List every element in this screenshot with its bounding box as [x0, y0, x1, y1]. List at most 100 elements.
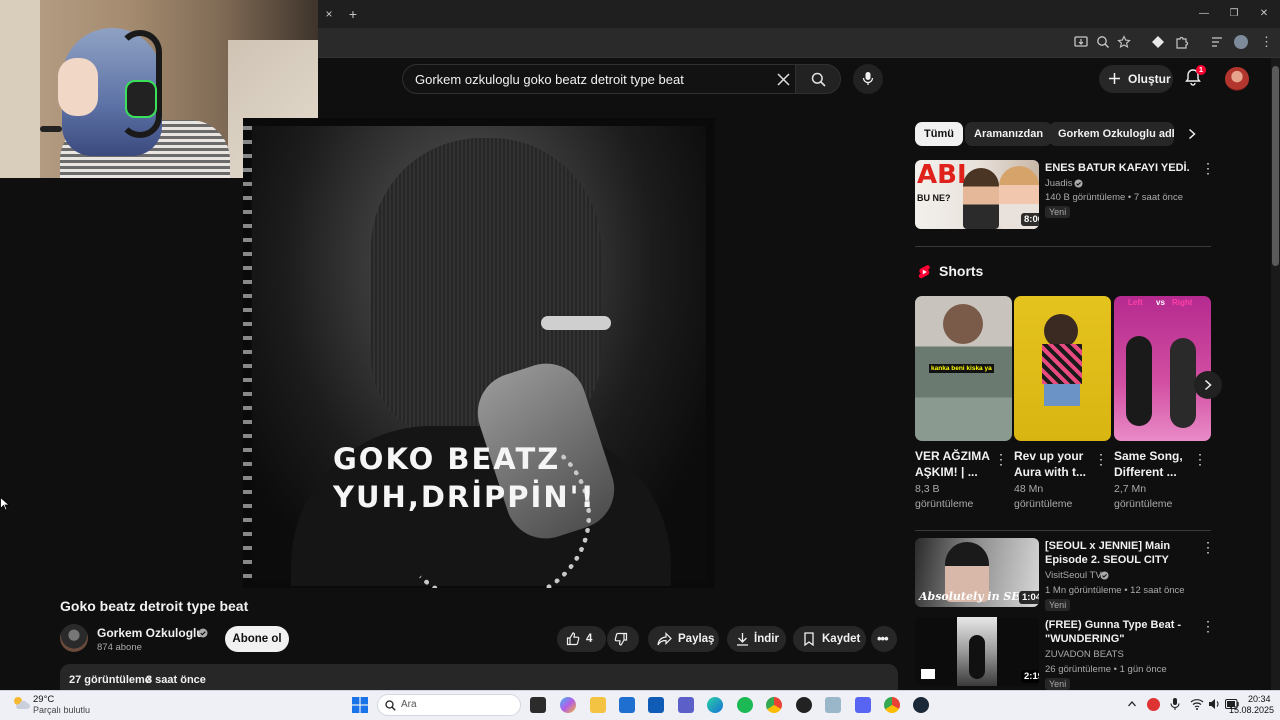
- profile-avatar[interactable]: [1234, 35, 1248, 49]
- share-arrow-icon: [657, 632, 672, 646]
- short-menu-icon[interactable]: ⋮: [994, 452, 1008, 466]
- chrome-icon[interactable]: [884, 697, 900, 713]
- teams-icon[interactable]: [678, 697, 694, 713]
- video-meta: 1 Mn görüntüleme • 12 saat önce: [1045, 585, 1185, 596]
- app-icon[interactable]: [825, 697, 841, 713]
- save-bookmark-icon: [804, 632, 814, 646]
- more-actions-button[interactable]: •••: [871, 626, 897, 652]
- task-view-icon[interactable]: [530, 697, 546, 713]
- search-input[interactable]: Gorkem ozkuloglu goko beatz detroit type…: [402, 64, 795, 94]
- install-app-icon[interactable]: [1074, 35, 1088, 49]
- obs-icon[interactable]: [796, 697, 812, 713]
- extensions-puzzle-icon[interactable]: [1175, 35, 1189, 49]
- dislike-button[interactable]: [607, 626, 639, 652]
- weather-temperature[interactable]: 29°C: [33, 694, 54, 705]
- short-views: 8,3 B: [915, 483, 940, 495]
- steam-icon[interactable]: [913, 697, 929, 713]
- shorts-next-button[interactable]: [1194, 371, 1222, 399]
- video-menu-icon[interactable]: ⋮: [1201, 540, 1215, 554]
- thumbs-up-icon: [566, 632, 580, 646]
- extension-diamond-icon[interactable]: [1151, 35, 1165, 49]
- outlook-icon[interactable]: [648, 697, 664, 713]
- share-button[interactable]: Paylaş: [648, 626, 719, 652]
- short-menu-icon[interactable]: ⋮: [1193, 452, 1207, 466]
- video-player[interactable]: GOKO BEATZ YUH,DRİPPİN'!: [243, 118, 715, 588]
- video-thumbnail[interactable]: 2:19: [915, 617, 1039, 686]
- channel-name[interactable]: VisitSeoul TV: [1045, 570, 1102, 581]
- chevron-up-icon[interactable]: [1127, 699, 1137, 709]
- video-thumbnail[interactable]: ABI BU NE? 8:06: [915, 160, 1039, 229]
- video-title[interactable]: (FREE) Gunna Type Beat - "WUNDERING": [1045, 618, 1195, 646]
- channel-name[interactable]: ZUVADON BEATS: [1045, 649, 1124, 660]
- zoom-icon[interactable]: [1096, 35, 1110, 49]
- thumbnail-caption: BU NE?: [917, 193, 951, 203]
- download-button[interactable]: İndir: [727, 626, 786, 652]
- new-tab-button[interactable]: +: [345, 6, 361, 22]
- browser-menu-icon[interactable]: ⋮: [1260, 34, 1273, 50]
- chrome-icon[interactable]: [766, 697, 782, 713]
- bookmark-star-icon[interactable]: [1117, 35, 1131, 49]
- channel-name[interactable]: Juadis: [1045, 178, 1072, 189]
- video-menu-icon[interactable]: ⋮: [1201, 161, 1215, 175]
- short-thumbnail[interactable]: [1014, 296, 1111, 441]
- page-scrollbar[interactable]: [1271, 58, 1280, 690]
- reading-list-icon[interactable]: [1210, 35, 1224, 49]
- spotify-icon[interactable]: [737, 697, 753, 713]
- taskbar-search-input[interactable]: Ara: [377, 694, 521, 716]
- discord-icon[interactable]: [855, 697, 871, 713]
- edge-icon[interactable]: [707, 697, 723, 713]
- scrollbar-thumb[interactable]: [1272, 66, 1279, 266]
- short-menu-icon[interactable]: ⋮: [1094, 452, 1108, 466]
- subscribe-button[interactable]: Abone ol: [225, 626, 289, 652]
- short-views-label: görüntüleme: [1114, 498, 1173, 510]
- video-title[interactable]: ENES BATUR KAFAYI YEDİ.: [1045, 161, 1195, 175]
- taskbar-time[interactable]: 20:34: [1248, 694, 1271, 704]
- search-icon: [811, 72, 826, 87]
- mouse-cursor-icon: [0, 497, 9, 511]
- short-title[interactable]: Same Song, Different ...: [1114, 448, 1194, 480]
- like-button[interactable]: 4: [557, 626, 606, 652]
- new-badge: Yeni: [1045, 678, 1071, 690]
- short-title[interactable]: VER AĞZIMA AŞKIM! | ...: [915, 448, 995, 480]
- microphone-icon[interactable]: [1170, 697, 1180, 711]
- taskbar-date[interactable]: 15.08.2025: [1229, 705, 1274, 715]
- window-minimize-button[interactable]: —: [1196, 6, 1212, 22]
- store-icon[interactable]: [619, 697, 635, 713]
- video-menu-icon[interactable]: ⋮: [1201, 619, 1215, 633]
- channel-name[interactable]: Gorkem Ozkuloglu: [97, 626, 204, 640]
- shorts-logo-icon: [918, 265, 930, 279]
- tab-close-button[interactable]: ×: [321, 6, 337, 22]
- channel-avatar[interactable]: [60, 624, 88, 652]
- short-caption: kankа beni kiska ya: [929, 364, 994, 373]
- file-explorer-icon[interactable]: [590, 697, 606, 713]
- volume-icon[interactable]: [1208, 698, 1221, 710]
- search-button[interactable]: [795, 64, 841, 94]
- voice-search-button[interactable]: [853, 64, 883, 94]
- chip-channel[interactable]: Gorkem Ozkuloglu adlı y: [1049, 122, 1174, 146]
- thumbnail-caption: ABI: [917, 160, 967, 190]
- weather-partly-cloudy-icon[interactable]: [11, 695, 31, 711]
- chevron-right-icon[interactable]: [1187, 128, 1197, 140]
- video-thumbnail[interactable]: Absolutely in SE 1:04: [915, 538, 1039, 607]
- short-thumbnail[interactable]: Left vs Right: [1114, 296, 1211, 441]
- chip-all[interactable]: Tümü: [915, 122, 963, 146]
- short-views-label: görüntüleme: [1014, 498, 1073, 510]
- save-button[interactable]: Kaydet: [793, 626, 866, 652]
- short-thumbnail[interactable]: kankа beni kiska ya: [915, 296, 1012, 441]
- wifi-icon[interactable]: [1190, 698, 1204, 710]
- short-caption-right: Right: [1172, 298, 1193, 307]
- weather-description[interactable]: Parçalı bulutlu: [33, 705, 90, 715]
- windows-start-icon[interactable]: [352, 697, 368, 713]
- create-button[interactable]: Oluştur: [1099, 65, 1173, 93]
- window-restore-button[interactable]: ❐: [1226, 6, 1242, 22]
- overlay-title-line1: GOKO BEATZ: [333, 442, 561, 476]
- window-close-button[interactable]: ✕: [1256, 6, 1272, 22]
- account-avatar[interactable]: [1225, 67, 1249, 91]
- short-title[interactable]: Rev up your Aura with t...: [1014, 448, 1094, 480]
- chip-from-search[interactable]: Aramanızdan: [965, 122, 1053, 146]
- video-title[interactable]: [SEOUL x JENNIE] Main Episode 2. SEOUL C…: [1045, 539, 1195, 567]
- copilot-icon[interactable]: [560, 697, 576, 713]
- clear-search-icon[interactable]: [777, 73, 790, 86]
- tray-app-icon[interactable]: [1147, 698, 1160, 711]
- notifications-button[interactable]: 1: [1184, 65, 1206, 88]
